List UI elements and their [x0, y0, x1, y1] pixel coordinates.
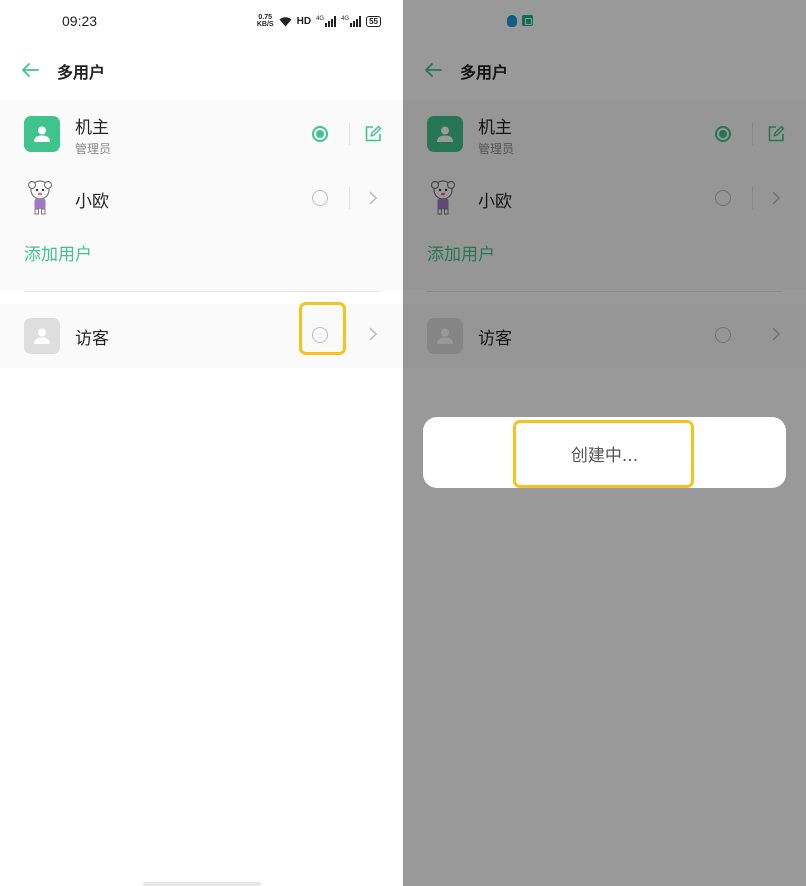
person-icon [34, 328, 50, 344]
section-divider [24, 291, 379, 292]
status-icons: 0.75 KB/S HD 4G 4G 55 [257, 14, 381, 28]
xiaoou-name: 小欧 [75, 192, 109, 212]
signal-label: 4G [316, 15, 325, 22]
user-list: 机主 管理员 小欧 添加用户 [0, 100, 403, 290]
user-row-xiaoou[interactable]: 小欧 [0, 166, 403, 230]
user-row-guest[interactable]: 访客 [0, 304, 403, 368]
signal-icon: 4G [316, 15, 337, 27]
net-speed-unit: KB/S [256, 21, 274, 28]
owner-name: 机主 [75, 118, 109, 138]
page-title: 多用户 [57, 63, 106, 82]
guest-avatar [24, 318, 60, 354]
wifi-icon [279, 16, 292, 26]
chevron-right-icon[interactable] [366, 326, 380, 342]
hd-label: HD [296, 15, 312, 27]
add-user-button[interactable]: 添加用户 [24, 240, 92, 265]
guest-section: 访客 [0, 304, 403, 368]
home-indicator [143, 882, 261, 886]
guest-name: 访客 [75, 329, 109, 349]
divider [349, 187, 350, 209]
creating-dialog: 创建中... [423, 417, 786, 488]
signal-icon-2: 4G [341, 15, 362, 27]
battery-icon: 55 [366, 15, 381, 27]
back-arrow-icon[interactable] [18, 58, 42, 82]
guest-radio[interactable] [312, 327, 328, 343]
creating-text: 创建中... [570, 446, 639, 466]
app-header: 多用户 [0, 50, 403, 90]
screen-after: 多用户 机主 管理员 小欧 添加用户 访客 创建中... [403, 0, 806, 886]
net-speed-value: 0.75 [258, 14, 273, 21]
status-time: 09:23 [62, 13, 98, 29]
xiaoou-radio[interactable] [312, 190, 328, 206]
net-speed: 0.75 KB/S [257, 14, 274, 28]
person-icon [34, 126, 50, 142]
edit-icon[interactable] [364, 125, 382, 143]
owner-avatar [24, 116, 60, 152]
user-row-owner[interactable]: 机主 管理员 [0, 102, 403, 166]
owner-radio[interactable] [312, 126, 328, 142]
mascot-avatar [27, 180, 53, 215]
screen-before: 09:23 0.75 KB/S HD 4G 4G 55 多用户 机主 管理员 小… [0, 0, 403, 886]
owner-role: 管理员 [75, 142, 112, 156]
signal-label-2: 4G [341, 15, 350, 22]
chevron-right-icon[interactable] [366, 190, 380, 206]
divider [349, 123, 350, 145]
status-bar: 09:23 0.75 KB/S HD 4G 4G 55 [0, 0, 403, 44]
